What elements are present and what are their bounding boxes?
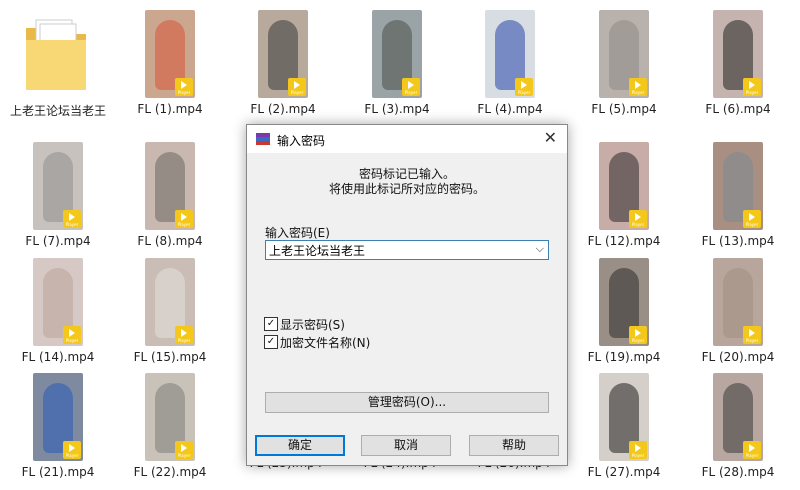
file-name: FL (2).mp4 <box>250 102 316 116</box>
file-name: FL (12).mp4 <box>587 234 661 248</box>
play-badge-icon: Player <box>515 78 533 96</box>
dialog-title: 输入密码 <box>277 134 326 148</box>
play-badge-icon: Player <box>629 441 647 459</box>
video-file-item[interactable]: Player FL (8).mp4 <box>120 142 220 248</box>
video-file-item[interactable]: Player FL (13).mp4 <box>688 142 788 248</box>
video-thumbnail: Player <box>33 258 83 346</box>
video-file-item[interactable]: Player FL (15).mp4 <box>120 258 220 364</box>
file-name: FL (28).mp4 <box>701 465 775 479</box>
file-name: FL (7).mp4 <box>25 234 91 248</box>
file-name: FL (4).mp4 <box>477 102 543 116</box>
video-thumbnail: Player <box>145 258 195 346</box>
video-file-item[interactable]: Player FL (7).mp4 <box>8 142 108 248</box>
play-badge-icon: Player <box>175 78 193 96</box>
video-thumbnail: Player <box>713 10 763 98</box>
file-name: FL (22).mp4 <box>133 465 207 479</box>
folder-item[interactable]: 上老王论坛当老王 <box>8 100 108 118</box>
video-file-item[interactable]: Player FL (19).mp4 <box>574 258 674 364</box>
folder-icon[interactable] <box>22 14 92 98</box>
password-label: 输入密码(E) <box>265 226 330 240</box>
video-file-item[interactable]: Player FL (1).mp4 <box>120 10 220 116</box>
video-thumbnail: Player <box>145 142 195 230</box>
video-thumbnail: Player <box>258 10 308 98</box>
password-value: 上老王论坛当老王 <box>269 244 366 258</box>
video-thumbnail: Player <box>713 142 763 230</box>
show-password-label[interactable]: 显示密码(S) <box>280 316 345 333</box>
dialog-message-line2: 将使用此标记所对应的密码。 <box>328 182 485 196</box>
cancel-button[interactable]: 取消 <box>361 435 451 456</box>
password-dialog: 输入密码 ✕ 密码标记已输入。 将使用此标记所对应的密码。 输入密码(E) 上老… <box>246 124 568 466</box>
play-badge-icon: Player <box>743 78 761 96</box>
play-badge-icon: Player <box>743 210 761 228</box>
video-file-item[interactable]: Player FL (4).mp4 <box>460 10 560 116</box>
folder-name: 上老王论坛当老王 <box>9 104 106 118</box>
video-file-item[interactable]: Player FL (6).mp4 <box>688 10 788 116</box>
video-file-item[interactable]: Player FL (27).mp4 <box>574 373 674 479</box>
play-badge-icon: Player <box>743 326 761 344</box>
video-thumbnail: Player <box>599 10 649 98</box>
file-name: FL (5).mp4 <box>591 102 657 116</box>
encrypt-names-checkbox[interactable]: ✓ <box>264 335 278 349</box>
play-badge-icon: Player <box>175 326 193 344</box>
play-badge-icon: Player <box>629 78 647 96</box>
play-badge-icon: Player <box>402 78 420 96</box>
winrar-icon <box>256 133 270 145</box>
video-file-item[interactable]: Player FL (3).mp4 <box>347 10 447 116</box>
video-thumbnail: Player <box>145 10 195 98</box>
video-file-item[interactable]: Player FL (12).mp4 <box>574 142 674 248</box>
file-name: FL (19).mp4 <box>587 350 661 364</box>
video-thumbnail: Player <box>33 373 83 461</box>
file-name: FL (3).mp4 <box>364 102 430 116</box>
video-thumbnail: Player <box>145 373 195 461</box>
video-file-item[interactable]: Player FL (20).mp4 <box>688 258 788 364</box>
video-thumbnail: Player <box>599 142 649 230</box>
play-badge-icon: Player <box>63 326 81 344</box>
play-badge-icon: Player <box>743 441 761 459</box>
video-file-item[interactable]: Player FL (5).mp4 <box>574 10 674 116</box>
video-thumbnail: Player <box>599 258 649 346</box>
file-name: FL (27).mp4 <box>587 465 661 479</box>
dialog-titlebar: 输入密码 ✕ <box>247 125 567 153</box>
video-thumbnail: Player <box>372 10 422 98</box>
play-badge-icon: Player <box>175 441 193 459</box>
video-file-item[interactable]: Player FL (22).mp4 <box>120 373 220 479</box>
play-badge-icon: Player <box>288 78 306 96</box>
file-name: FL (14).mp4 <box>21 350 95 364</box>
show-password-checkbox[interactable]: ✓ <box>264 317 278 331</box>
play-badge-icon: Player <box>63 210 81 228</box>
play-badge-icon: Player <box>629 210 647 228</box>
manage-passwords-button[interactable]: 管理密码(O)... <box>265 392 549 413</box>
play-badge-icon: Player <box>629 326 647 344</box>
video-file-item[interactable]: Player FL (14).mp4 <box>8 258 108 364</box>
play-badge-icon: Player <box>63 441 81 459</box>
file-name: FL (15).mp4 <box>133 350 207 364</box>
video-thumbnail: Player <box>599 373 649 461</box>
encrypt-names-label[interactable]: 加密文件名称(N) <box>280 334 370 351</box>
file-name: FL (20).mp4 <box>701 350 775 364</box>
ok-button[interactable]: 确定 <box>255 435 345 456</box>
video-thumbnail: Player <box>713 373 763 461</box>
play-badge-icon: Player <box>175 210 193 228</box>
video-file-item[interactable]: Player FL (28).mp4 <box>688 373 788 479</box>
file-name: FL (21).mp4 <box>21 465 95 479</box>
file-name: FL (6).mp4 <box>705 102 771 116</box>
video-thumbnail: Player <box>485 10 535 98</box>
video-thumbnail: Player <box>713 258 763 346</box>
password-combobox[interactable]: 上老王论坛当老王 ⌵ <box>265 240 549 260</box>
file-name: FL (13).mp4 <box>701 234 775 248</box>
video-thumbnail: Player <box>33 142 83 230</box>
file-name: FL (1).mp4 <box>137 102 203 116</box>
video-file-item[interactable]: Player FL (21).mp4 <box>8 373 108 479</box>
close-icon[interactable]: ✕ <box>544 130 557 146</box>
file-name: FL (8).mp4 <box>137 234 203 248</box>
help-button[interactable]: 帮助 <box>469 435 559 456</box>
chevron-down-icon[interactable]: ⌵ <box>536 242 544 256</box>
video-file-item[interactable]: Player FL (2).mp4 <box>233 10 333 116</box>
